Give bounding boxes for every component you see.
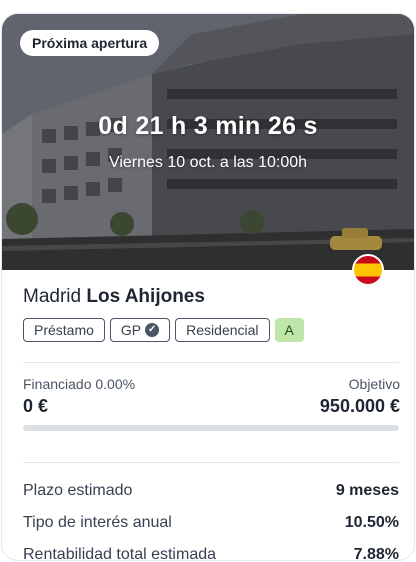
- target-value: 950.000 €: [319, 396, 400, 416]
- tag-label: Residencial: [186, 322, 259, 338]
- detail-value: 7.88%: [353, 546, 399, 560]
- detail-row-return: Rentabilidad total estimada 7.88%: [23, 546, 399, 560]
- tag-label: A: [284, 322, 294, 338]
- tag-category: Residencial: [175, 318, 270, 342]
- tag-promoter: GP ✓: [109, 318, 171, 342]
- funding-progress-bar: [23, 425, 399, 431]
- detail-label: Rentabilidad total estimada: [23, 546, 217, 560]
- detail-label: Tipo de interés anual: [23, 514, 172, 531]
- detail-label: Plazo estimado: [23, 482, 133, 499]
- project-title[interactable]: Madrid Los Ahijones: [23, 286, 205, 308]
- divider: [23, 462, 399, 463]
- divider: [23, 362, 399, 363]
- verified-check-icon: ✓: [145, 323, 160, 337]
- target-label: Objetivo: [348, 376, 400, 392]
- detail-value: 10.50%: [344, 514, 399, 531]
- detail-row-interest: Tipo de interés anual 10.50%: [23, 514, 399, 536]
- detail-value: 9 meses: [335, 482, 399, 499]
- project-card[interactable]: Próxima apertura 0d 21 h 3 min 26 s Vier…: [2, 14, 414, 560]
- project-city: Madrid: [23, 286, 82, 307]
- tag-loan-type: Préstamo: [23, 318, 105, 342]
- tag-rating: A: [274, 318, 304, 342]
- countdown-timer: 0d 21 h 3 min 26 s: [98, 112, 318, 140]
- status-badge: Próxima apertura: [20, 30, 160, 56]
- project-name: Los Ahijones: [86, 286, 205, 307]
- tag-label: GP: [120, 322, 142, 338]
- tag-label: Préstamo: [34, 322, 94, 338]
- project-hero-image: Próxima apertura 0d 21 h 3 min 26 s Vier…: [2, 14, 414, 270]
- opening-date: Viernes 10 oct. a las 10:00h: [108, 154, 308, 171]
- financed-label: Financiado 0.00%: [23, 376, 136, 392]
- spain-flag-icon: [352, 254, 384, 286]
- tag-list: Préstamo GP ✓ Residencial A: [23, 318, 304, 342]
- financed-value: 0 €: [23, 396, 49, 416]
- project-details: Madrid Los Ahijones Préstamo GP ✓ Reside…: [2, 270, 414, 560]
- detail-row-term: Plazo estimado 9 meses: [23, 482, 399, 504]
